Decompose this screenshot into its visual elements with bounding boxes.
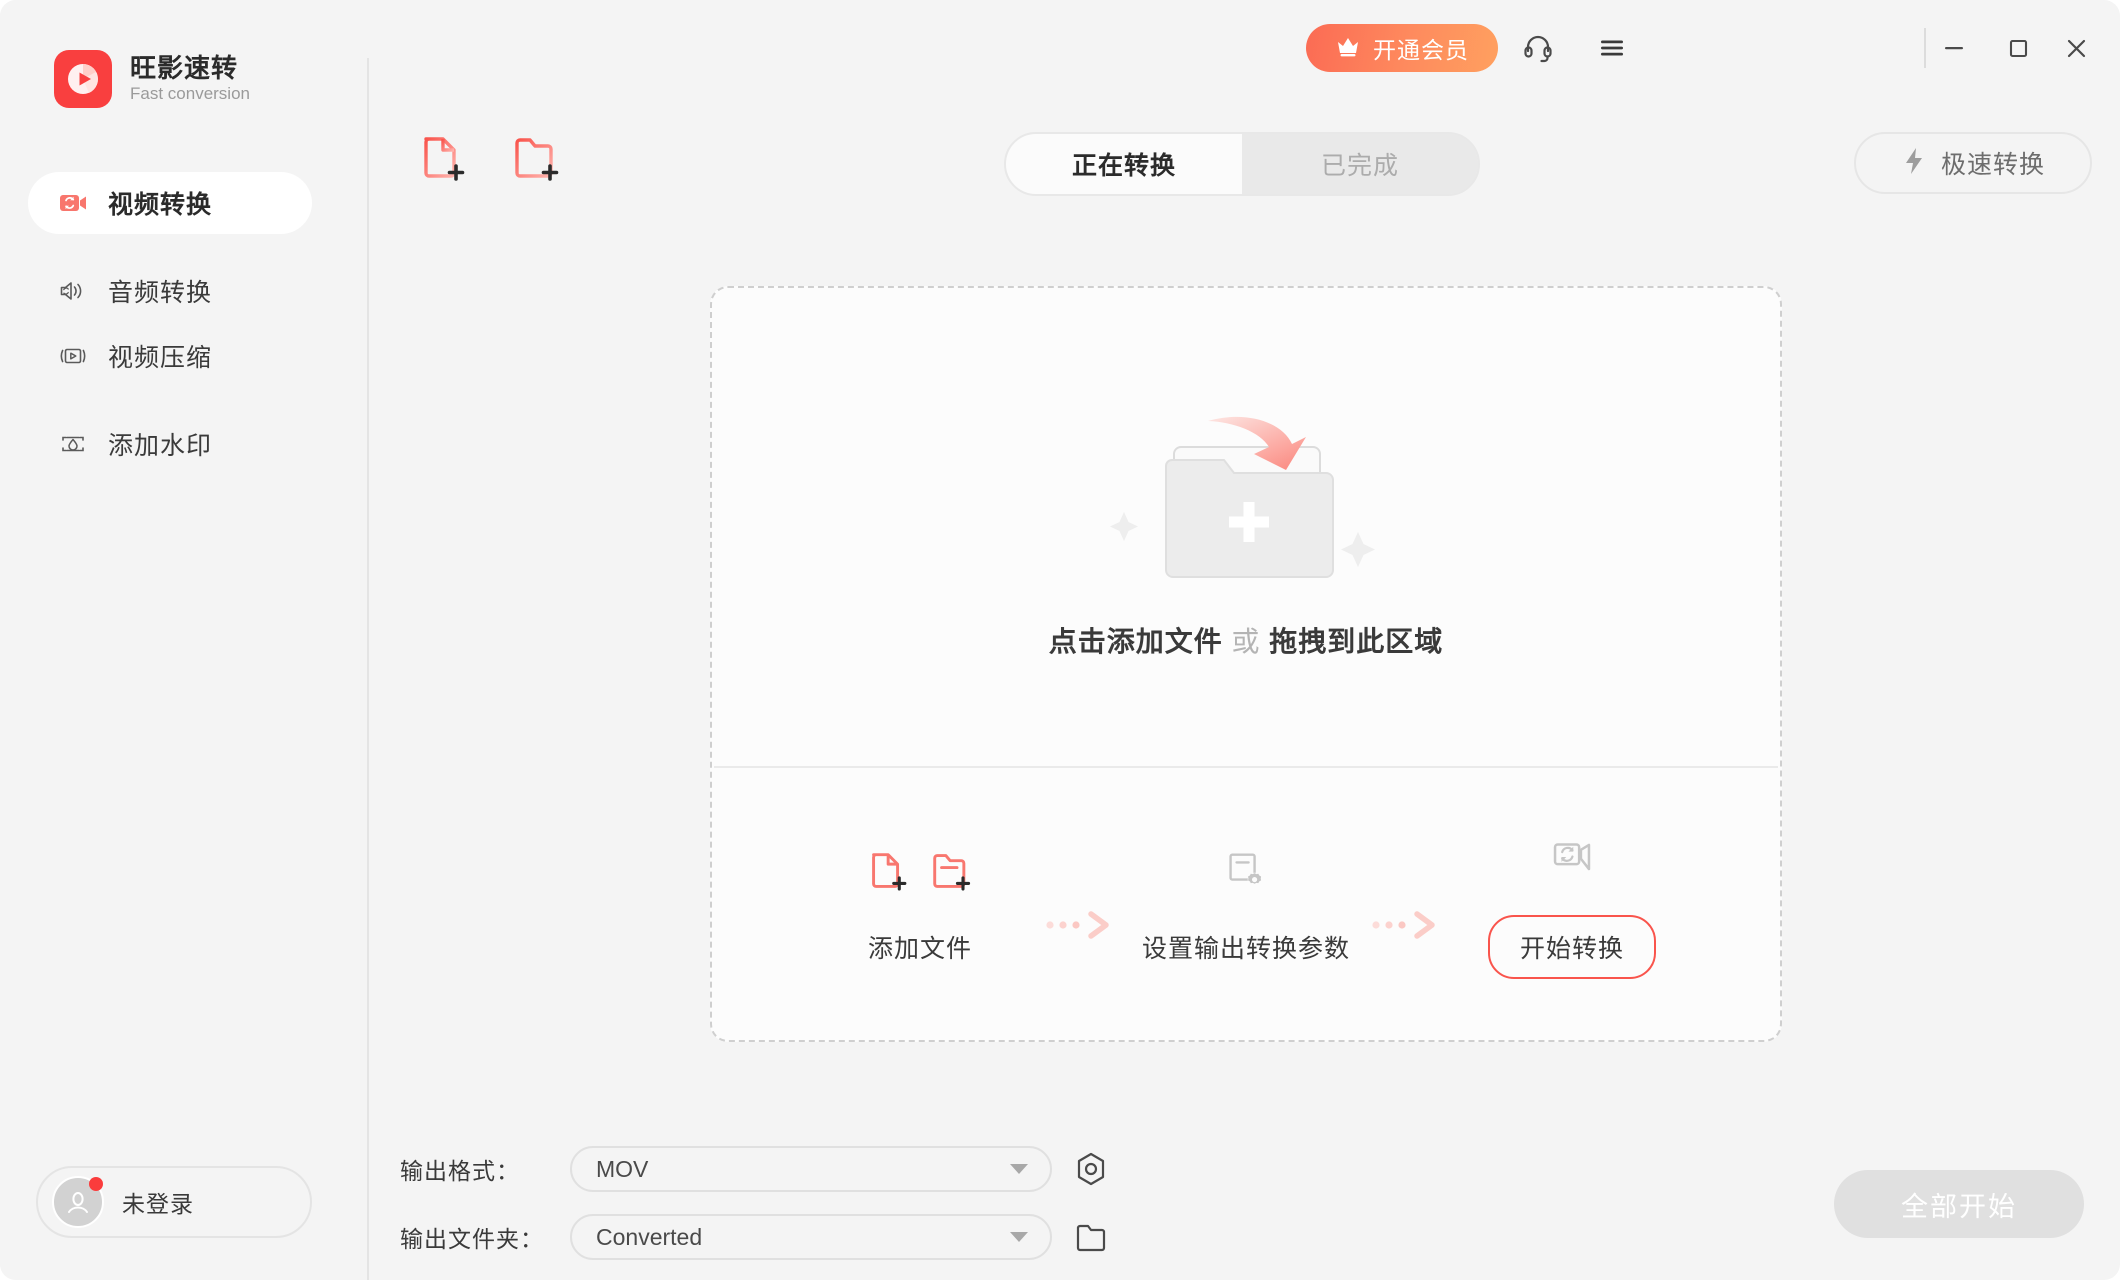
add-file-icon[interactable] (865, 846, 913, 901)
close-icon[interactable] (2050, 22, 2102, 74)
hamburger-menu-icon[interactable] (1586, 22, 1638, 74)
turbo-convert-button[interactable]: 极速转换 (1854, 132, 2092, 194)
brand-title: 旺影速转 (130, 54, 250, 83)
output-format-label: 输出格式： (400, 1152, 552, 1186)
maximize-icon[interactable] (1992, 22, 2044, 74)
hex-gear-icon[interactable] (1070, 1148, 1112, 1190)
user-account-chip[interactable]: 未登录 (36, 1166, 312, 1238)
turbo-convert-label: 极速转换 (1941, 145, 2045, 181)
output-format-select[interactable]: MOV (570, 1146, 1052, 1192)
add-folder-icon[interactable] (508, 130, 564, 186)
video-compress-icon (58, 341, 88, 371)
dropzone-card: 点击添加文件 或 拖拽到此区域 (710, 286, 1782, 1042)
sidebar-item-video-compress[interactable]: 视频压缩 (28, 325, 312, 387)
add-folder-icon[interactable] (927, 846, 975, 901)
play-film-logo-icon (54, 50, 112, 108)
conversion-tabs: 正在转换 已完成 (1004, 132, 1480, 196)
step-label: 添加文件 (868, 929, 972, 965)
tab-converting[interactable]: 正在转换 (1006, 134, 1242, 194)
user-avatar-icon (52, 1176, 104, 1228)
step-arrow-icon (1035, 910, 1131, 940)
steps-row: 添加文件 (712, 768, 1780, 1042)
dropzone-text: 点击添加文件 或 拖拽到此区域 (1049, 620, 1444, 660)
sidebar-item-video-convert[interactable]: 视频转换 (28, 172, 312, 234)
titlebar-divider (1924, 28, 1926, 68)
sidebar-item-watermark[interactable]: 添加水印 (28, 413, 312, 475)
output-folder-select[interactable]: Converted (570, 1214, 1052, 1260)
start-all-button[interactable]: 全部开始 (1834, 1170, 2084, 1238)
sidebar: 旺影速转 Fast conversion 视频转换 (0, 0, 368, 1280)
dropzone-text-main: 点击添加文件 (1049, 626, 1223, 657)
output-folder-row: 输出文件夹： Converted (400, 1214, 1112, 1260)
video-convert-icon (58, 188, 88, 218)
user-login-status: 未登录 (122, 1185, 194, 1219)
dropzone-text-secondary: 拖拽到此区域 (1269, 626, 1443, 657)
step-output-settings[interactable]: 设置输出转换参数 (1131, 845, 1361, 965)
step-start-conversion: 开始转换 (1457, 831, 1687, 979)
brand: 旺影速转 Fast conversion (54, 50, 250, 108)
crown-icon (1335, 34, 1361, 63)
step-add-files[interactable]: 添加文件 (805, 845, 1035, 965)
folder-icon[interactable] (1070, 1216, 1112, 1258)
add-file-icon[interactable] (416, 130, 472, 186)
audio-convert-icon (58, 276, 88, 306)
lightning-bolt-icon (1901, 146, 1927, 181)
sidebar-item-label: 添加水印 (108, 426, 212, 462)
output-format-value: MOV (596, 1156, 648, 1183)
tab-completed[interactable]: 已完成 (1242, 134, 1478, 194)
dropzone-text-conjunction: 或 (1231, 626, 1260, 657)
watermark-icon (58, 429, 88, 459)
output-format-row: 输出格式： MOV (400, 1146, 1112, 1192)
document-settings-icon[interactable] (1222, 846, 1270, 901)
sidebar-item-label: 视频压缩 (108, 338, 212, 374)
chevron-down-icon (1010, 1164, 1028, 1174)
output-folder-label: 输出文件夹： (400, 1220, 552, 1254)
chevron-down-icon (1010, 1232, 1028, 1242)
start-conversion-button[interactable]: 开始转换 (1488, 915, 1656, 979)
minimize-icon[interactable] (1928, 22, 1980, 74)
app-window: 旺影速转 Fast conversion 视频转换 (0, 0, 2120, 1280)
upgrade-vip-label: 开通会员 (1373, 31, 1469, 65)
headset-icon[interactable] (1512, 22, 1564, 74)
step-label: 设置输出转换参数 (1142, 929, 1350, 965)
sidebar-divider (367, 58, 369, 1280)
brand-subtitle: Fast conversion (130, 84, 250, 104)
sidebar-item-label: 音频转换 (108, 273, 212, 309)
folder-drop-illustration-icon (1096, 394, 1396, 594)
notification-dot (89, 1177, 103, 1191)
dropzone-click-area[interactable]: 点击添加文件 或 拖拽到此区域 (712, 288, 1780, 766)
video-convert-outline-icon (1546, 832, 1598, 887)
sidebar-item-audio-convert[interactable]: 音频转换 (28, 260, 312, 322)
upgrade-vip-button[interactable]: 开通会员 (1306, 24, 1498, 72)
step-arrow-icon (1361, 910, 1457, 940)
output-folder-value: Converted (596, 1224, 702, 1251)
sidebar-item-label: 视频转换 (108, 185, 212, 221)
